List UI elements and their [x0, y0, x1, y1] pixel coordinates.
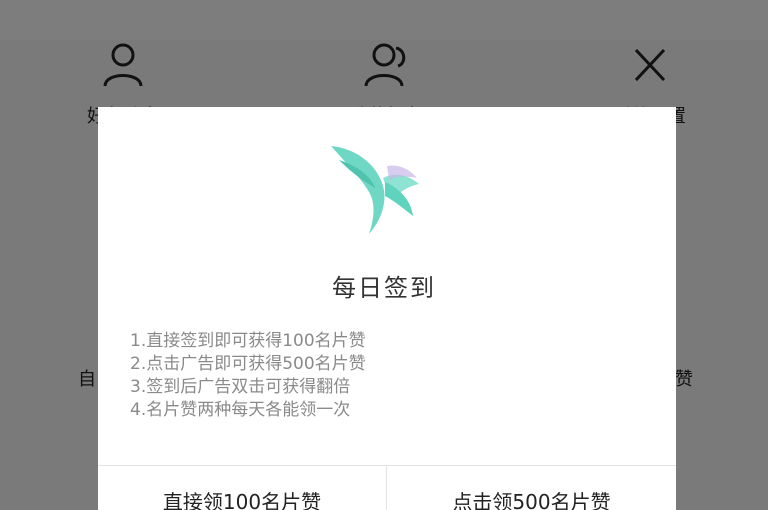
ad-claim-button[interactable]: 点击领500名片赞: [387, 466, 676, 510]
direct-claim-button[interactable]: 直接领100名片赞: [98, 466, 386, 510]
rule-item: 1.直接签到即可获得100名片赞: [130, 331, 366, 351]
rules-list: 1.直接签到即可获得100名片赞 2.点击广告即可获得500名片赞 3.签到后广…: [130, 330, 366, 422]
rule-item: 2.点击广告即可获得500名片赞: [130, 354, 366, 374]
bird-logo-icon: [331, 146, 419, 234]
dialog-title: 每日签到: [332, 274, 436, 302]
rule-item: 3.签到后广告双击可获得翻倍: [130, 377, 351, 397]
rule-item: 4.名片赞两种每天各能领一次: [130, 400, 351, 420]
